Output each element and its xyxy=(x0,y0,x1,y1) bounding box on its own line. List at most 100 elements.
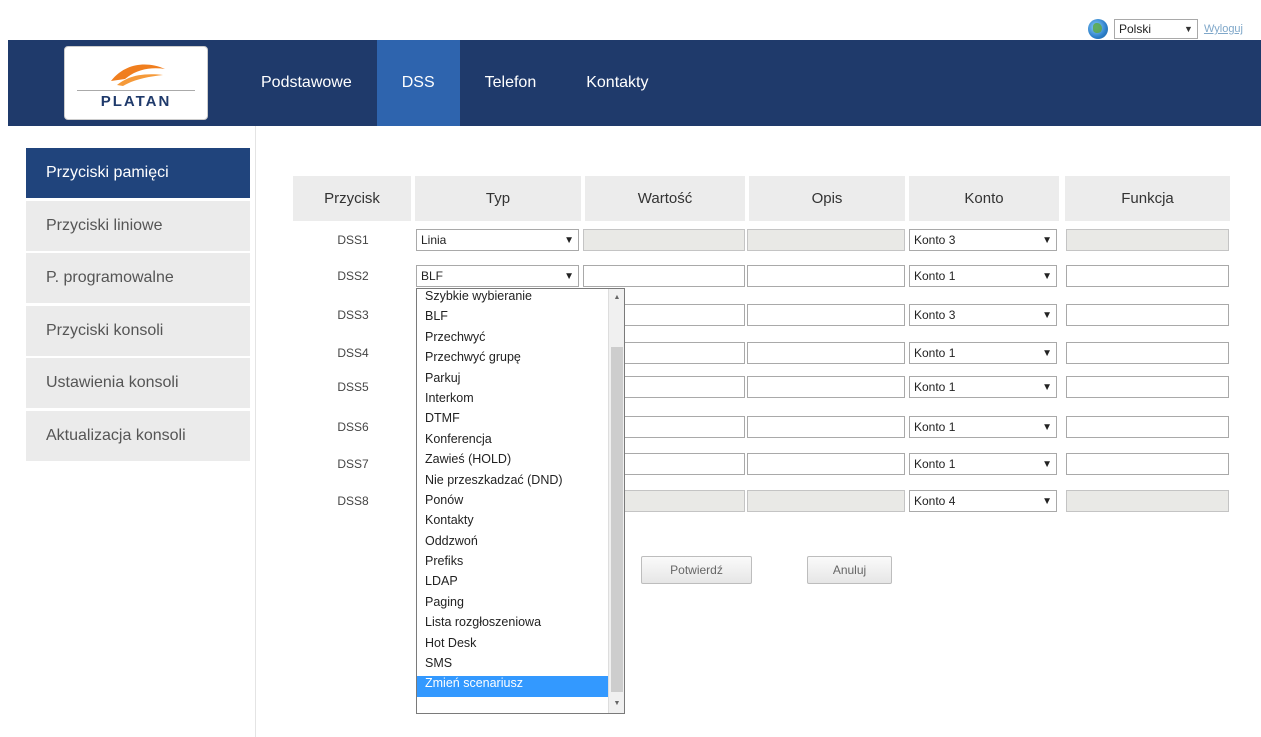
description-input[interactable] xyxy=(747,416,905,438)
dropdown-option[interactable]: Oddzwoń xyxy=(417,534,608,554)
type-dropdown-list[interactable]: Szybkie wybieranie BLF Przechwyć Przechwyć … xyxy=(416,288,625,714)
column-header: Typ xyxy=(415,176,581,221)
dropdown-option[interactable]: DTMF xyxy=(417,411,608,431)
chevron-down-icon: ▼ xyxy=(1042,458,1052,470)
row-label: DSS4 xyxy=(337,346,369,360)
sidebar-item-5[interactable]: Aktualizacja konsoli xyxy=(26,410,250,461)
account-select-value: Konto 4 xyxy=(914,494,956,508)
chevron-down-icon: ▼ xyxy=(1042,421,1052,433)
dropdown-option[interactable]: Interkom xyxy=(417,391,608,411)
nav-item-podstawowe[interactable]: Podstawowe xyxy=(236,40,377,126)
dropdown-options: Szybkie wybieranie BLF Przechwyć Przechwyć … xyxy=(417,289,608,697)
header: PLATAN Podstawowe DSS Telefon Kontakty xyxy=(8,40,1261,126)
chevron-down-icon: ▼ xyxy=(564,234,574,246)
platan-logo[interactable]: PLATAN xyxy=(64,46,208,120)
dropdown-option[interactable]: BLF xyxy=(417,309,608,329)
description-input[interactable] xyxy=(747,265,905,287)
chevron-down-icon: ▼ xyxy=(564,270,574,282)
row-label: DSS3 xyxy=(337,308,369,322)
account-select[interactable]: Konto 3 ▼ xyxy=(909,229,1057,251)
account-select-value: Konto 1 xyxy=(914,269,956,283)
description-input xyxy=(747,229,905,251)
dropdown-option[interactable]: Przechwyć grupę xyxy=(417,350,608,370)
function-input[interactable] xyxy=(1066,265,1229,287)
value-input xyxy=(583,229,745,251)
account-select-value: Konto 3 xyxy=(914,308,956,322)
function-input[interactable] xyxy=(1066,453,1229,475)
description-input[interactable] xyxy=(747,376,905,398)
account-select[interactable]: Konto 3 ▼ xyxy=(909,304,1057,326)
column-header: Opis xyxy=(749,176,905,221)
confirm-button[interactable]: Potwierdź xyxy=(641,556,752,584)
account-select-value: Konto 3 xyxy=(914,233,956,247)
sidebar-item-4[interactable]: Ustawienia konsoli xyxy=(26,358,250,408)
dropdown-option[interactable]: SMS xyxy=(417,656,608,676)
logout-link[interactable]: Wyloguj xyxy=(1204,23,1243,35)
row-label: DSS7 xyxy=(337,457,369,471)
chevron-down-icon: ▼ xyxy=(1042,234,1052,246)
account-select[interactable]: Konto 1 ▼ xyxy=(909,416,1057,438)
dropdown-option[interactable]: Prefiks xyxy=(417,554,608,574)
main-nav: Podstawowe DSS Telefon Kontakty xyxy=(236,40,673,126)
nav-item-telefon[interactable]: Telefon xyxy=(460,40,562,126)
dropdown-option[interactable]: Przechwyć xyxy=(417,330,608,350)
chevron-down-icon: ▼ xyxy=(1042,270,1052,282)
function-input xyxy=(1066,490,1229,512)
dropdown-scrollbar[interactable]: ▲ ▼ xyxy=(608,289,624,713)
account-select[interactable]: Konto 1 ▼ xyxy=(909,342,1057,364)
function-input[interactable] xyxy=(1066,304,1229,326)
account-select[interactable]: Konto 1 ▼ xyxy=(909,453,1057,475)
dropdown-option[interactable]: Paging xyxy=(417,595,608,615)
sidebar-item-2[interactable]: P. programowalne xyxy=(26,253,250,303)
nav-item-kontakty[interactable]: Kontakty xyxy=(561,40,673,126)
dropdown-option[interactable]: Lista rozgłoszeniowa xyxy=(417,615,608,635)
function-input[interactable] xyxy=(1066,376,1229,398)
column-header: Przycisk xyxy=(293,176,411,221)
language-select[interactable]: Polski ▼ xyxy=(1113,19,1198,39)
dropdown-option[interactable]: Szybkie wybieranie xyxy=(417,289,608,309)
function-input[interactable] xyxy=(1066,416,1229,438)
scroll-up-icon[interactable]: ▲ xyxy=(609,291,625,305)
description-input[interactable] xyxy=(747,342,905,364)
dropdown-option[interactable]: Kontakty xyxy=(417,513,608,533)
account-select-value: Konto 1 xyxy=(914,346,956,360)
dropdown-option[interactable]: Ponów xyxy=(417,493,608,513)
account-select-value: Konto 1 xyxy=(914,420,956,434)
scroll-thumb[interactable] xyxy=(611,347,623,692)
dropdown-option[interactable]: Zawieś (HOLD) xyxy=(417,452,608,472)
language-select-value: Polski xyxy=(1118,22,1151,36)
language-bar: Polski ▼ Wyloguj xyxy=(1087,18,1243,40)
row-label: DSS8 xyxy=(337,494,369,508)
function-input xyxy=(1066,229,1229,251)
sidebar-item-1[interactable]: Przyciski liniowe xyxy=(26,200,250,251)
nav-item-dss[interactable]: DSS xyxy=(376,40,460,126)
cancel-button[interactable]: Anuluj xyxy=(807,556,892,584)
type-select[interactable]: BLF ▼ xyxy=(416,265,579,287)
chevron-down-icon: ▼ xyxy=(1042,309,1052,321)
account-select[interactable]: Konto 1 ▼ xyxy=(909,376,1057,398)
type-select-value: Linia xyxy=(421,233,447,247)
scroll-down-icon[interactable]: ▼ xyxy=(609,697,625,711)
dropdown-option[interactable]: Konferencja xyxy=(417,432,608,452)
value-input[interactable] xyxy=(583,265,745,287)
account-select[interactable]: Konto 4 ▼ xyxy=(909,490,1057,512)
dropdown-option[interactable]: Nie przeszkadzać (DND) xyxy=(417,473,608,493)
dropdown-option[interactable]: Parkuj xyxy=(417,371,608,391)
sidebar-item-3[interactable]: Przyciski konsoli xyxy=(26,305,250,356)
sidebar: Przyciski pamięci Przyciski liniowe P. pro… xyxy=(8,126,256,737)
chevron-down-icon: ▼ xyxy=(1042,381,1052,393)
description-input[interactable] xyxy=(747,304,905,326)
logo-text: PLATAN xyxy=(100,93,172,110)
sidebar-item-0[interactable]: Przyciski pamięci xyxy=(26,148,250,198)
type-select[interactable]: Linia ▼ xyxy=(416,229,579,251)
dropdown-option[interactable]: LDAP xyxy=(417,574,608,594)
dropdown-option[interactable]: Hot Desk xyxy=(417,636,608,656)
dropdown-option[interactable]: Zmień scenariusz xyxy=(417,676,608,697)
description-input[interactable] xyxy=(747,453,905,475)
function-input[interactable] xyxy=(1066,342,1229,364)
column-header: Konto xyxy=(909,176,1059,221)
logo-swoosh-icon xyxy=(111,64,165,86)
type-select-value: BLF xyxy=(421,269,444,283)
account-select[interactable]: Konto 1 ▼ xyxy=(909,265,1057,287)
chevron-down-icon: ▼ xyxy=(1042,495,1052,507)
